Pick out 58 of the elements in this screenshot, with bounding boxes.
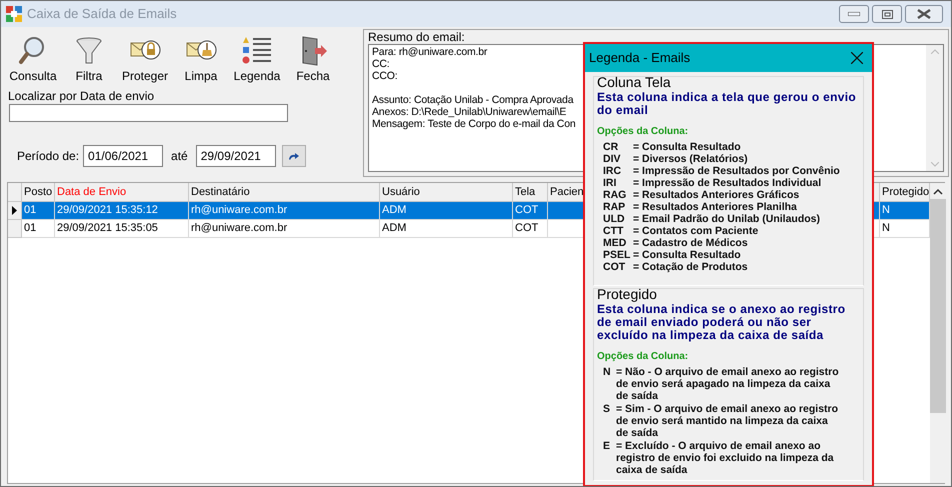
option-code: PSEL — [603, 249, 632, 261]
option-description: = Email Padrão do Unilab (Unilaudos) — [633, 213, 820, 225]
table-cell: rh@uniware.com.br — [189, 220, 380, 238]
table-cell: ADM — [380, 220, 513, 238]
option-code: IRC — [603, 165, 622, 177]
summary-label: Resumo do email: — [368, 31, 466, 44]
option-description: = Impressão de Resultados Individual — [633, 177, 822, 189]
table-cell: ADM — [380, 202, 513, 220]
section-description: Esta coluna indica a tela que gerou o envio do email — [597, 91, 857, 117]
table-cell: N — [880, 202, 930, 220]
option-description: = Excluído - O arquivo de email anexo ao registro de envio foi excluido na limpeza da caixa de saída — [616, 440, 835, 476]
option-description: = Contatos com Paciente — [633, 225, 758, 237]
summary-line: CC: — [372, 58, 390, 70]
option-code: DIV — [603, 153, 622, 165]
option-code: CTT — [603, 225, 624, 237]
option-description: = Impressão de Resultados por Convênio — [633, 165, 840, 177]
option-description: = Sim - O arquivo de email anexo ao registro de envio será mantido na limpeza da caixa de saída — [616, 403, 840, 439]
option-description: = Cadastro de Médicos — [633, 237, 748, 249]
period-label: Período de: — [17, 148, 80, 165]
window-title: Caixa de Saída de Emails — [27, 5, 177, 24]
table-cell: 01 — [22, 202, 55, 220]
option-description: = Resultados Anteriores Gráficos — [633, 189, 800, 201]
summary-line: Assunto: Cotação Unilab - Compra Aprovada — [372, 94, 574, 106]
table-cell: N — [880, 220, 930, 238]
summary-line: CCO: — [372, 70, 398, 82]
section-heading: Coluna Tela — [597, 75, 672, 90]
table-cell: COT — [513, 202, 548, 220]
options-label: Opções da Coluna: — [597, 351, 690, 363]
table-cell: 29/09/2021 15:35:05 — [55, 220, 189, 238]
option-code: N — [603, 366, 612, 380]
search-label: Localizar por Data de envio — [8, 89, 156, 103]
option-code: ULD — [603, 213, 626, 225]
summary-line: Mensagem: Teste de Corpo do e-mail da Con — [372, 118, 576, 130]
section-heading: Protegido — [597, 287, 658, 302]
option-code: COT — [603, 261, 626, 273]
option-description: = Consulta Resultado — [633, 141, 741, 153]
option-description: = Diversos (Relatórios) — [633, 153, 748, 165]
options-label: Opções da Coluna: — [597, 126, 690, 138]
summary-line: Para: rh@uniware.com.br — [372, 46, 488, 58]
option-description: = Resultados Anteriores Planilha — [633, 201, 797, 213]
summary-line: Anexos: D:\Rede_Unilab\Uniwarew\email\E — [372, 106, 566, 118]
table-cell: 01 — [22, 220, 55, 238]
option-code: E — [603, 440, 612, 454]
table-cell: rh@uniware.com.br — [189, 202, 380, 220]
table-cell: 29/09/2021 15:35:12 — [55, 202, 189, 220]
option-code: MED — [603, 237, 628, 249]
to-label: até — [170, 148, 189, 165]
option-description: = Cotação de Produtos — [633, 261, 748, 273]
option-description: = Não - O arquivo de email anexo ao registro de envio será apagado na limpeza da caixa de saída — [616, 366, 840, 402]
option-description: = Consulta Resultado — [633, 249, 741, 261]
table-cell: COT — [513, 220, 548, 238]
option-code: S — [603, 403, 612, 417]
dialog-title: Legenda - Emails — [589, 49, 692, 68]
option-code: CR — [603, 141, 620, 153]
option-code: IRI — [603, 177, 618, 189]
option-code: RAP — [603, 201, 626, 213]
option-code: RAG — [603, 189, 628, 201]
section-description: Esta coluna indica se o anexo ao registro de email enviado poderá ou não ser excluído na limpeza da caixa de saída — [597, 303, 846, 342]
